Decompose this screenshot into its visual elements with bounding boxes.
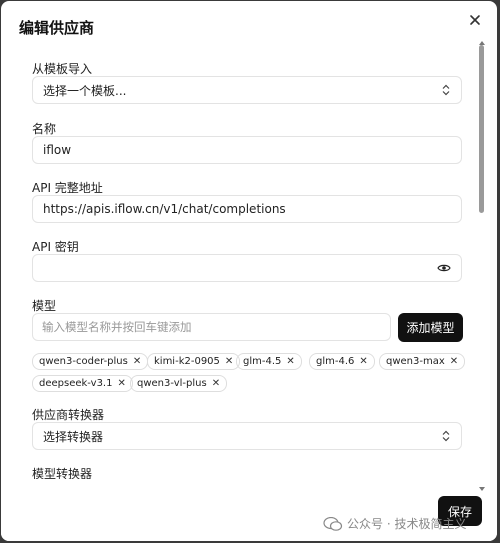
template-select[interactable]: 选择一个模板...	[32, 76, 462, 104]
model-chip: qwen3-coder-plus ✕	[32, 353, 149, 370]
model-chip: deepseek-v3.1 ✕	[32, 375, 133, 392]
api-url-input-value: https://apis.iflow.cn/v1/chat/completion…	[43, 202, 286, 216]
model-name-placeholder: 输入模型名称并按回车键添加	[42, 320, 192, 334]
remove-chip-icon[interactable]: ✕	[225, 354, 233, 369]
remove-chip-icon[interactable]: ✕	[286, 354, 294, 369]
add-model-button[interactable]: 添加模型	[398, 313, 463, 342]
model-chip: qwen3-vl-plus ✕	[130, 375, 228, 392]
api-url-label: API 完整地址	[32, 181, 103, 195]
model-chip-label: qwen3-coder-plus	[39, 356, 128, 367]
remove-chip-icon[interactable]: ✕	[450, 354, 458, 369]
name-input-value: iflow	[43, 143, 72, 157]
dialog-title: 编辑供应商	[19, 19, 95, 37]
remove-chip-icon[interactable]: ✕	[133, 354, 141, 369]
api-url-input[interactable]: https://apis.iflow.cn/v1/chat/completion…	[32, 195, 462, 223]
api-key-input[interactable]	[32, 254, 462, 282]
scrollbar-thumb[interactable]	[479, 45, 484, 213]
scroll-down-arrow[interactable]	[479, 487, 485, 491]
models-label: 模型	[32, 299, 57, 313]
watermark-text: 公众号 · 技术极简主义	[347, 517, 467, 531]
model-chip-label: qwen3-vl-plus	[137, 378, 207, 389]
wechat-icon	[323, 516, 343, 531]
provider-transformer-label: 供应商转换器	[32, 408, 105, 422]
model-chip: glm-4.6 ✕	[309, 353, 375, 370]
remove-chip-icon[interactable]: ✕	[359, 354, 367, 369]
template-select-value: 选择一个模板...	[43, 83, 127, 98]
api-key-label: API 密钥	[32, 240, 79, 254]
remove-chip-icon[interactable]: ✕	[117, 376, 125, 391]
scrollbar[interactable]	[479, 45, 485, 485]
chevron-up-down-icon	[442, 430, 450, 442]
name-label: 名称	[32, 122, 57, 136]
model-chip-label: kimi-k2-0905	[154, 356, 220, 367]
model-chip-label: qwen3-max	[386, 356, 445, 367]
model-chip: kimi-k2-0905 ✕	[147, 353, 241, 370]
provider-transformer-select[interactable]: 选择转换器	[32, 422, 462, 450]
model-chip: qwen3-max ✕	[379, 353, 466, 370]
provider-transformer-value: 选择转换器	[43, 429, 104, 444]
name-input[interactable]: iflow	[32, 136, 462, 164]
template-label: 从模板导入	[32, 62, 93, 76]
chevron-up-down-icon	[442, 84, 450, 96]
model-name-input[interactable]: 输入模型名称并按回车键添加	[32, 313, 391, 341]
close-icon[interactable]	[467, 12, 483, 28]
eye-icon[interactable]	[437, 261, 451, 275]
model-chip: glm-4.5 ✕	[236, 353, 302, 370]
model-chip-label: deepseek-v3.1	[39, 378, 113, 389]
model-chip-label: glm-4.6	[316, 356, 355, 367]
model-chip-label: glm-4.5	[243, 356, 282, 367]
watermark: 公众号 · 技术极简主义	[323, 515, 466, 532]
remove-chip-icon[interactable]: ✕	[212, 376, 220, 391]
edit-provider-dialog: 编辑供应商 从模板导入 选择一个模板... 名称 iflow API 完整地址 …	[1, 1, 497, 541]
